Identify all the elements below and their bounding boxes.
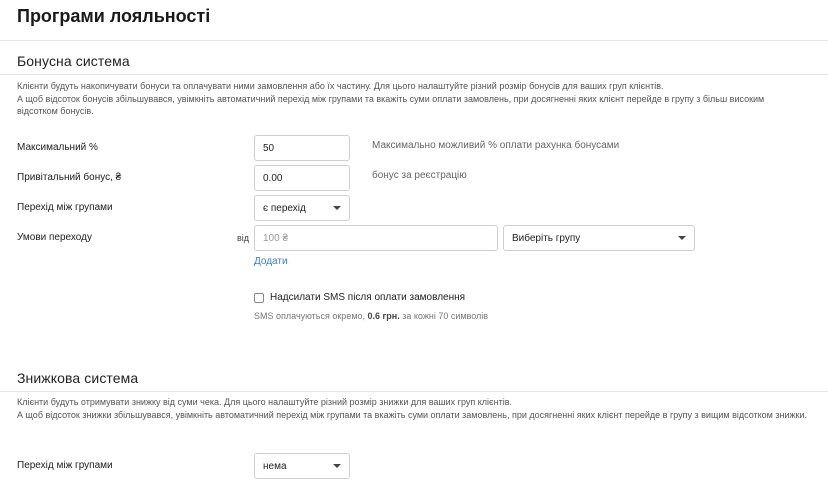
title-divider [0, 40, 828, 41]
bonus-group-transition-label: Перехід між групами [17, 202, 113, 213]
discount-group-transition-select[interactable]: нема [254, 453, 350, 479]
chevron-down-icon [678, 236, 686, 240]
bonus-description: Клієнти будуть накопичувати бонуси та оп… [17, 80, 807, 118]
bonus-description-line2: А щоб відсоток бонусів збільшувався, уві… [17, 93, 765, 117]
bonus-section-divider [0, 74, 828, 75]
discount-description-line2: А щоб відсоток знижки збільшувався, увім… [17, 409, 807, 420]
discount-description: Клієнти будуть отримувати знижку від сум… [17, 396, 807, 421]
bonus-group-transition-select[interactable]: є перехід [254, 195, 350, 221]
discount-section-divider [0, 391, 828, 392]
sms-note-suffix: за кожні 70 символів [402, 311, 489, 321]
sms-note: SMS оплачуються окремо, 0.6 грн. за кожн… [254, 311, 488, 321]
sms-checkbox-row[interactable]: Надсилати SMS після оплати замовлення [254, 292, 465, 303]
transition-conditions-label: Умови переходу [17, 232, 92, 243]
discount-description-line1: Клієнти будуть отримувати знижку від сум… [17, 397, 512, 407]
welcome-bonus-hint: бонус за реєстрацію [372, 170, 467, 181]
chevron-down-icon [333, 464, 341, 468]
bonus-section-title: Бонусна система [17, 53, 130, 69]
sms-note-price: 0.6 грн. [367, 311, 400, 321]
sms-checkbox-label: Надсилати SMS після оплати замовлення [270, 292, 466, 303]
bonus-description-line1: Клієнти будуть накопичувати бонуси та оп… [17, 81, 664, 91]
discount-group-transition-value: нема [263, 460, 287, 472]
transition-group-select[interactable]: Виберіть групу [503, 225, 695, 251]
sms-note-prefix: SMS оплачуються окремо, [254, 311, 366, 321]
discount-section-title: Знижкова система [17, 370, 139, 386]
from-label: від [237, 233, 250, 243]
discount-group-transition-label: Перехід між групами [17, 460, 113, 471]
page-title: Програми лояльності [17, 6, 211, 26]
bonus-group-transition-value: є перехід [263, 202, 306, 214]
add-condition-link[interactable]: Додати [254, 256, 288, 267]
welcome-bonus-label: Привітальний бонус, ₴ [17, 172, 122, 183]
chevron-down-icon [333, 206, 341, 210]
max-percent-input[interactable] [254, 135, 350, 161]
transition-group-value: Виберіть групу [512, 232, 581, 244]
max-percent-hint: Максимально можливий % оплати рахунка бо… [372, 140, 620, 151]
welcome-bonus-input[interactable] [254, 165, 350, 191]
sms-checkbox[interactable] [254, 292, 264, 303]
transition-amount-input[interactable] [254, 225, 498, 251]
max-percent-label: Максимальний % [17, 142, 98, 153]
